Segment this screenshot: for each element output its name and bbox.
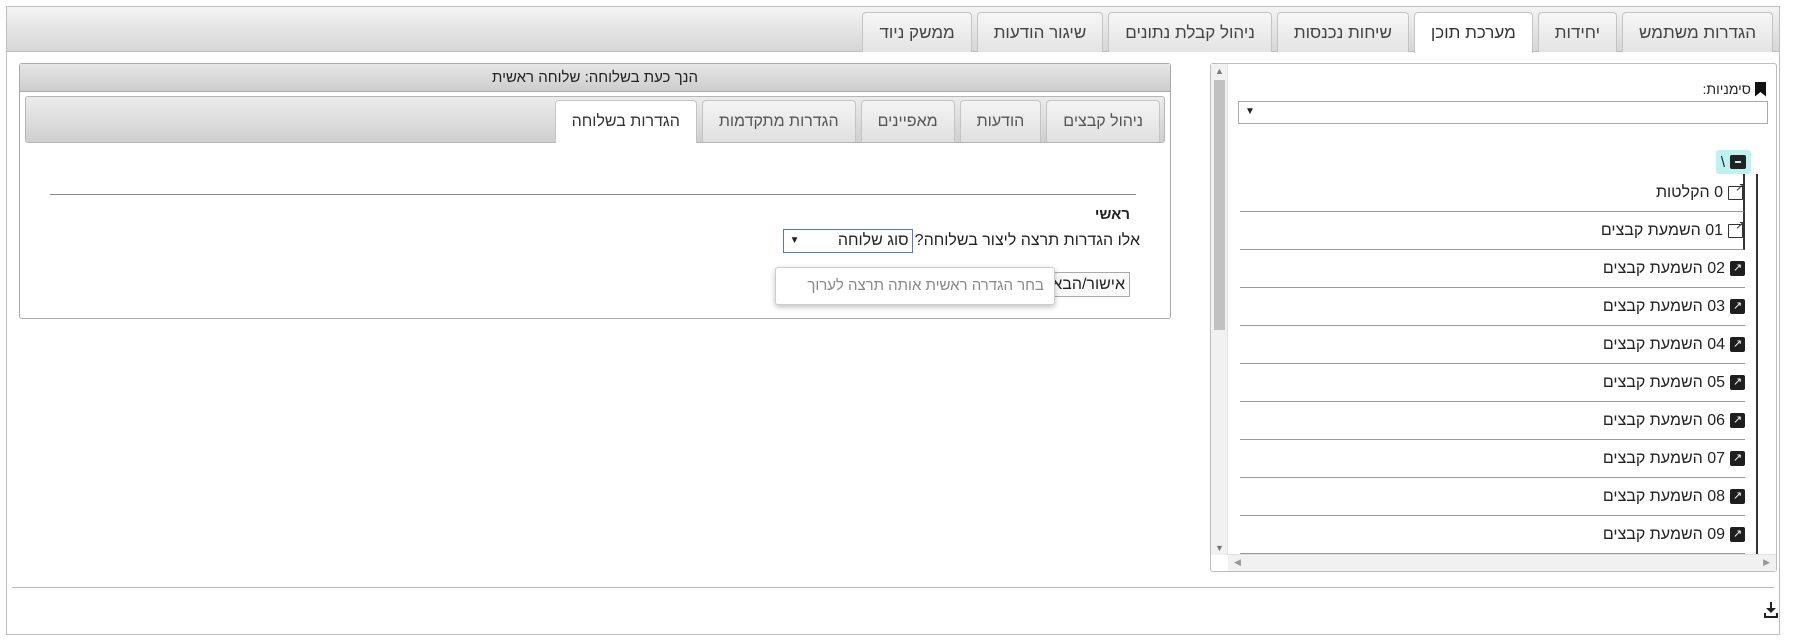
tree-connector-line — [1756, 174, 1758, 554]
tab-content-system[interactable]: מערכת תוכן — [1413, 12, 1533, 53]
tab-incoming-calls[interactable]: שיחות נכנסות — [1276, 12, 1409, 52]
chevron-down-icon: ▼ — [1245, 106, 1255, 117]
bookmarks-label: סימניות: — [1703, 81, 1766, 97]
tab-advanced-settings[interactable]: הגדרות מתקדמות — [701, 100, 856, 142]
tree-item[interactable]: 04 השמעת קבצים ↗ — [1240, 326, 1745, 364]
scroll-thumb[interactable] — [1214, 80, 1225, 330]
tree-horizontal-scrollbar[interactable]: ◀ ▶ — [1228, 554, 1776, 571]
tree-vertical-scrollbar[interactable]: ▲ ▼ — [1211, 64, 1228, 555]
tree-item[interactable]: 08 השמעת קבצים ↗ — [1240, 478, 1745, 516]
scroll-up-icon[interactable]: ▲ — [1211, 66, 1228, 76]
tree-item[interactable]: 06 השמעת קבצים ↗ — [1240, 402, 1745, 440]
question-label: אלו הגדרות תרצה ליצור בשלוחה? — [914, 232, 1140, 249]
shortcut-icon: ↗ — [1730, 375, 1745, 390]
download-icon[interactable] — [1763, 601, 1779, 619]
extension-type-select[interactable]: סוג שלוחה ▼ — [782, 229, 913, 253]
shortcut-icon: ↗ — [1730, 489, 1745, 504]
section-title: ראשי — [1094, 206, 1130, 223]
archive-icon — [1730, 155, 1746, 169]
external-link-icon — [1728, 180, 1745, 200]
tab-file-management[interactable]: ניהול קבצים — [1046, 100, 1160, 142]
tab-extension-settings[interactable]: הגדרות בשלוחה — [554, 100, 697, 143]
tab-user-settings[interactable]: הגדרות משתמש — [1622, 12, 1773, 52]
tree-item[interactable]: 01 השמעת קבצים — [1240, 212, 1745, 250]
tab-messages[interactable]: הודעות — [959, 100, 1042, 142]
top-tab-bar: הגדרות משתמש יחידות מערכת תוכן שיחות נכנ… — [7, 7, 1779, 53]
tree-root-node[interactable]: \ — [1715, 150, 1751, 174]
app-frame: הגדרות משתמש יחידות מערכת תוכן שיחות נכנ… — [6, 6, 1780, 635]
bookmarks-select[interactable]: ▼ — [1238, 101, 1768, 124]
scroll-right-icon[interactable]: ▶ — [1763, 557, 1770, 568]
extension-panel: הנך כעת בשלוחה: שלוחה ראשית ניהול קבצים … — [19, 63, 1171, 319]
shortcut-icon: ↗ — [1730, 527, 1745, 542]
shortcut-icon: ↗ — [1730, 337, 1745, 352]
bookmark-icon — [1755, 81, 1766, 97]
bottom-divider — [12, 587, 1774, 588]
external-link-icon — [1728, 218, 1745, 238]
tree-item[interactable]: 03 השמעת קבצים ↗ — [1240, 288, 1745, 326]
tree-item[interactable]: 05 השמעת קבצים ↗ — [1240, 364, 1745, 402]
tree-item[interactable]: 02 השמעת קבצים ↗ — [1240, 250, 1745, 288]
extension-tab-bar: ניהול קבצים הודעות מאפיינים הגדרות מתקדמ… — [25, 96, 1165, 143]
tree-item[interactable]: 07 השמעת קבצים ↗ — [1240, 440, 1745, 478]
tab-properties[interactable]: מאפיינים — [860, 100, 955, 142]
divider — [50, 194, 1136, 195]
extension-panel-title: הנך כעת בשלוחה: שלוחה ראשית — [20, 64, 1170, 92]
tree-item[interactable]: 0 הקלטות — [1240, 174, 1745, 212]
tab-message-dispatch[interactable]: שיגור הודעות — [976, 12, 1104, 52]
shortcut-icon: ↗ — [1730, 299, 1745, 314]
tab-porting-interface[interactable]: ממשק ניוד — [862, 12, 972, 52]
tab-data-receiving[interactable]: ניהול קבלת נתונים — [1108, 12, 1272, 52]
top-tabs: הגדרות משתמש יחידות מערכת תוכן שיחות נכנ… — [857, 12, 1773, 53]
scroll-down-icon[interactable]: ▼ — [1211, 543, 1228, 553]
settings-question-row: אלו הגדרות תרצה ליצור בשלוחה? סוג שלוחה … — [782, 229, 1140, 253]
extension-tabs: ניהול קבצים הודעות מאפיינים הגדרות מתקדמ… — [550, 100, 1160, 143]
scroll-left-icon[interactable]: ◀ — [1234, 557, 1241, 568]
shortcut-icon: ↗ — [1730, 261, 1745, 276]
shortcut-icon: ↗ — [1730, 413, 1745, 428]
content-tree-panel: ▲ ▼ ◀ ▶ סימניות: ▼ \ 0 הקלטות 01 השמעת ק… — [1210, 63, 1777, 572]
tree-item[interactable]: 09 השמעת קבצים ↗ — [1240, 516, 1745, 554]
tab-units[interactable]: יחידות — [1537, 12, 1618, 52]
chevron-down-icon: ▼ — [789, 235, 800, 246]
select-tooltip: בחר הגדרה ראשית אותה תרצה לערוך — [775, 267, 1055, 305]
shortcut-icon: ↗ — [1730, 451, 1745, 466]
